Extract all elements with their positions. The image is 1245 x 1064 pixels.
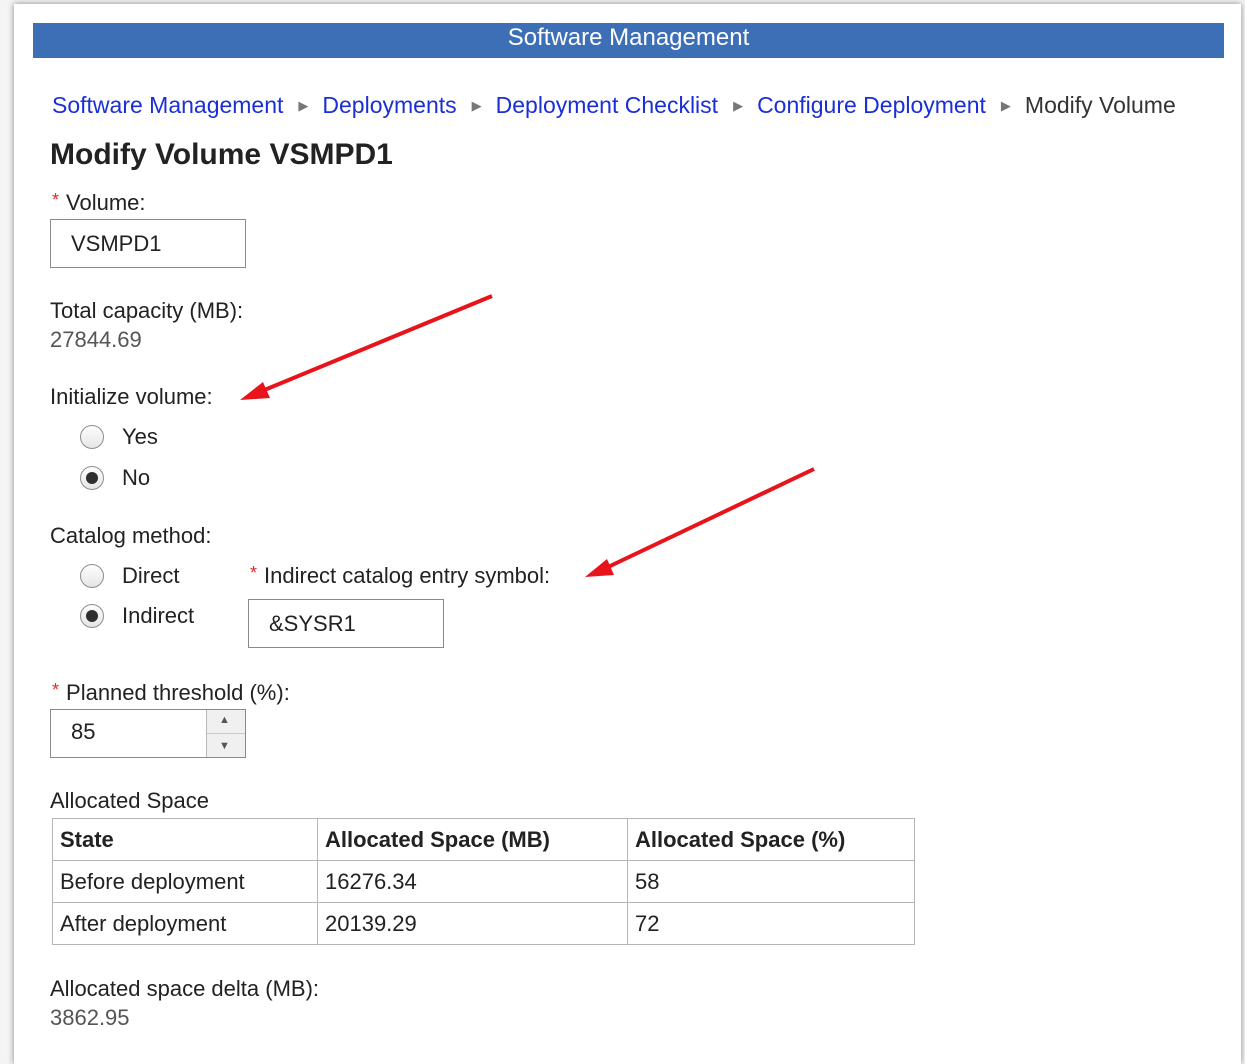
annotation-arrow-indirect-symbol [585,467,815,577]
annotation-arrow-initialize [240,294,493,400]
annotation-arrows [240,294,815,577]
